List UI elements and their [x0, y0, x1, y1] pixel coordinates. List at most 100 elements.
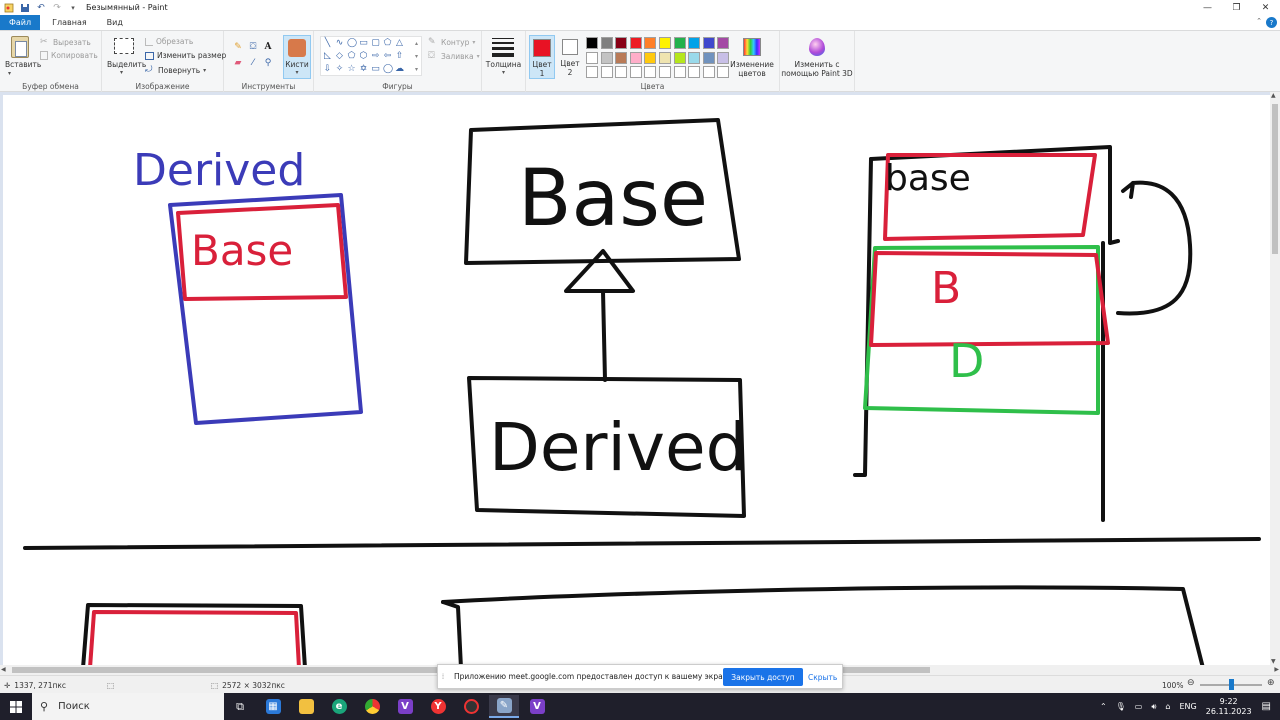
- taskbar-explorer[interactable]: [291, 695, 321, 718]
- keyboard-language[interactable]: ENG: [1179, 702, 1196, 711]
- palette-swatch[interactable]: [673, 37, 686, 49]
- tab-home[interactable]: Главная: [40, 15, 99, 30]
- six-point-star-shape-icon[interactable]: ✡: [359, 65, 368, 74]
- palette-swatch[interactable]: [688, 37, 701, 49]
- scroll-up-icon[interactable]: ▲: [1271, 92, 1276, 99]
- vertical-scrollbar[interactable]: ▲ ▼: [1270, 92, 1280, 665]
- magnifier-icon[interactable]: ⚲: [262, 57, 274, 69]
- palette-swatch[interactable]: [629, 51, 642, 64]
- taskbar-search[interactable]: ⚲ Поиск: [32, 693, 224, 720]
- color1-button[interactable]: Цвет 1: [529, 35, 555, 79]
- rectangle-shape-icon[interactable]: ▭: [359, 39, 368, 48]
- rounded-rect-shape-icon[interactable]: ▢: [371, 39, 380, 48]
- up-arrow-shape-icon[interactable]: ⇧: [395, 52, 404, 61]
- palette-swatch[interactable]: [702, 51, 715, 64]
- zoom-slider-thumb[interactable]: [1229, 679, 1234, 690]
- cut-button[interactable]: ✂ Вырезать: [40, 37, 91, 47]
- hide-banner-button[interactable]: Скрыть: [808, 668, 837, 686]
- zoom-in-icon[interactable]: ⊕: [1267, 678, 1275, 688]
- palette-swatch[interactable]: [644, 51, 657, 64]
- notifications-icon[interactable]: ▤: [1262, 701, 1271, 712]
- curve-shape-icon[interactable]: ∿: [335, 39, 344, 48]
- taskbar-edge[interactable]: e: [324, 695, 354, 718]
- redo-icon[interactable]: ↷: [52, 3, 62, 13]
- taskbar-yandex[interactable]: Y: [423, 695, 453, 718]
- palette-swatch[interactable]: [673, 51, 686, 64]
- hexagon-shape-icon[interactable]: ⬡: [359, 52, 368, 61]
- callout-cloud-shape-icon[interactable]: ☁: [395, 65, 404, 74]
- color-picker-icon[interactable]: ⁄: [247, 57, 259, 69]
- palette-swatch[interactable]: [629, 66, 642, 79]
- palette-swatch[interactable]: [659, 66, 671, 79]
- display-icon[interactable]: ▭: [1135, 702, 1143, 711]
- volume-icon[interactable]: 🔊︎: [1151, 702, 1156, 712]
- paint3d-button[interactable]: Изменить с помощью Paint 3D: [780, 60, 854, 78]
- fill-bucket-icon[interactable]: ⛋: [247, 41, 259, 53]
- palette-swatch[interactable]: [659, 37, 671, 49]
- palette-swatch[interactable]: [717, 37, 730, 49]
- callout-oval-shape-icon[interactable]: ◯: [383, 65, 393, 74]
- save-icon[interactable]: [20, 3, 30, 13]
- palette-swatch[interactable]: [688, 51, 701, 64]
- minimize-icon[interactable]: —: [1193, 0, 1222, 15]
- taskbar-recorder[interactable]: [456, 695, 486, 718]
- thickness-icon[interactable]: [492, 38, 514, 60]
- palette-swatch[interactable]: [586, 51, 598, 64]
- palette-swatch[interactable]: [702, 66, 715, 79]
- palette-swatch[interactable]: [688, 66, 701, 79]
- scroll-down-icon[interactable]: ▼: [1271, 658, 1276, 665]
- brushes-button[interactable]: Кисти ▾: [283, 35, 311, 79]
- line-shape-icon[interactable]: ╲: [323, 39, 332, 48]
- tab-file[interactable]: Файл: [0, 15, 41, 30]
- clock[interactable]: 9:22 26.11.2023: [1206, 697, 1252, 717]
- paste-button[interactable]: Вставить: [5, 60, 41, 69]
- pentagon-shape-icon[interactable]: ⬠: [347, 52, 356, 61]
- tray-chevron-icon[interactable]: ⌃: [1100, 702, 1107, 711]
- paste-dropdown-icon[interactable]: ▾: [8, 70, 11, 77]
- select-dropdown-icon[interactable]: ▾: [120, 69, 123, 76]
- oval-shape-icon[interactable]: ◯: [347, 39, 357, 48]
- scroll-left-icon[interactable]: ◀: [1, 666, 6, 673]
- pencil-icon[interactable]: ✎: [232, 41, 244, 53]
- undo-icon[interactable]: ↶: [36, 3, 46, 13]
- eraser-icon[interactable]: ▰: [232, 57, 244, 69]
- thickness-button[interactable]: Толщина: [482, 60, 525, 69]
- four-point-star-shape-icon[interactable]: ✧: [335, 65, 344, 74]
- tab-view[interactable]: Вид: [99, 15, 131, 30]
- help-icon[interactable]: ?: [1266, 17, 1277, 28]
- fill-button[interactable]: ⛋ Заливка ▾: [428, 51, 480, 61]
- task-view-button[interactable]: ⧉: [225, 695, 255, 718]
- network-icon[interactable]: ⌂: [1165, 702, 1170, 711]
- palette-swatch[interactable]: [629, 37, 642, 49]
- down-arrow-shape-icon[interactable]: ⇩: [323, 65, 332, 74]
- stop-sharing-button[interactable]: Закрыть доступ: [723, 668, 803, 686]
- edit-colors-button[interactable]: Изменение цветов: [726, 60, 778, 78]
- palette-swatch[interactable]: [702, 37, 715, 49]
- triangle-shape-icon[interactable]: △: [395, 39, 404, 48]
- palette-swatch[interactable]: [586, 66, 598, 79]
- drag-handle-icon[interactable]: ⁞: [438, 672, 448, 681]
- copy-button[interactable]: Копировать: [40, 51, 98, 60]
- paste-icon[interactable]: [11, 36, 29, 58]
- start-button[interactable]: [0, 693, 32, 720]
- palette-swatch[interactable]: [600, 51, 613, 64]
- rotate-dropdown-icon[interactable]: ▾: [203, 67, 206, 74]
- polygon-shape-icon[interactable]: ⬠: [383, 39, 392, 48]
- scroll-right-icon[interactable]: ▶: [1274, 666, 1279, 673]
- restore-icon[interactable]: ❐: [1222, 0, 1251, 15]
- palette-swatch[interactable]: [586, 37, 598, 49]
- vertical-scroll-thumb[interactable]: [1272, 104, 1278, 254]
- left-arrow-shape-icon[interactable]: ⇦: [383, 52, 392, 61]
- microphone-icon[interactable]: 🎙︎: [1116, 702, 1126, 711]
- palette-swatch[interactable]: [673, 66, 686, 79]
- thickness-dropdown-icon[interactable]: ▾: [482, 69, 525, 76]
- taskbar-store[interactable]: ▦: [258, 695, 288, 718]
- shapes-scroll-up-icon[interactable]: ▴: [412, 39, 421, 48]
- palette-swatch[interactable]: [644, 66, 657, 79]
- taskbar-chrome[interactable]: [357, 695, 387, 718]
- five-point-star-shape-icon[interactable]: ☆: [347, 65, 356, 74]
- palette-swatch[interactable]: [615, 66, 628, 79]
- palette-swatch[interactable]: [615, 51, 628, 64]
- taskbar-paint[interactable]: ✎: [489, 695, 519, 718]
- palette-swatch[interactable]: [659, 51, 671, 64]
